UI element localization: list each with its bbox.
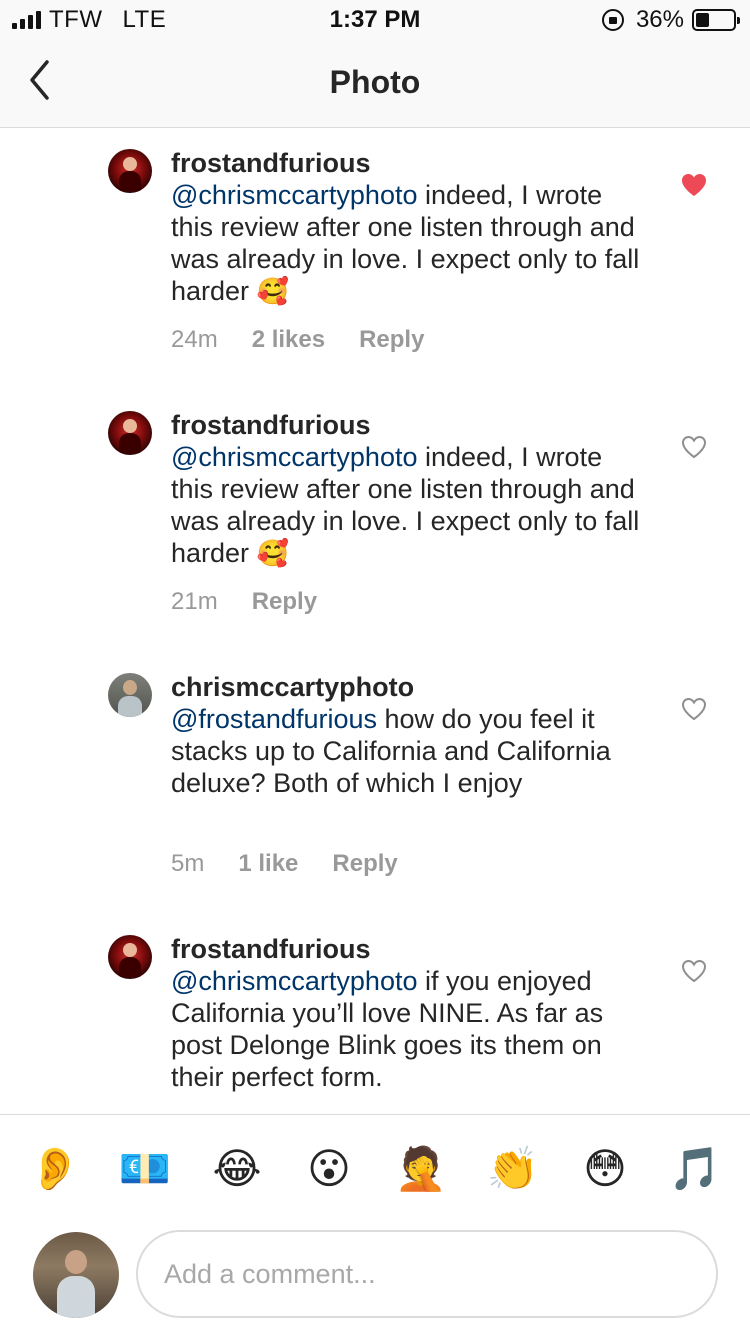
comments-list[interactable]: frostandfurious @chrismccartyphoto indeed… [0,129,750,1114]
like-button[interactable] [680,958,708,984]
comment-username[interactable]: chrismccartyphoto [171,671,651,703]
battery-percent: 36% [635,6,684,33]
avatar[interactable] [108,673,152,717]
status-right: 36% [601,6,740,34]
comment-body: frostandfurious @chrismccartyphoto if you… [171,933,651,1093]
status-bar: TFW LTE 1:37 PM 36% [0,0,750,40]
comment-meta: 21m Reply [171,588,317,616]
comment-likes[interactable]: 1 like [238,850,298,878]
comment-meta: 5m 1 like Reply [171,850,398,878]
surprised-emoji-icon[interactable]: 😮 [301,1143,357,1195]
heart-outline-icon [681,959,707,983]
comment-meta: 24m 2 likes Reply [171,326,424,354]
flushed-emoji-icon[interactable]: 😳 [577,1143,633,1195]
comment-body: chrismccartyphoto @frostandfurious how do… [171,671,651,799]
comment-time: 24m [171,326,218,353]
clapping-emoji-icon[interactable]: 👏 [485,1143,541,1195]
facepalm-emoji-icon[interactable]: 🤦 [393,1143,449,1195]
comment-emoji: 🥰 [256,277,289,307]
comment-input[interactable] [136,1230,718,1318]
comment-mention[interactable]: @frostandfurious [171,704,377,734]
comment-likes[interactable]: 2 likes [252,326,325,354]
orientation-lock-icon [601,9,624,31]
comment-body: frostandfurious @chrismccartyphoto indeed… [171,409,651,570]
heart-outline-icon [681,697,707,721]
music-note-emoji-icon[interactable]: 🎵 [667,1143,723,1195]
nav-bar: Photo [0,40,750,128]
current-user-avatar[interactable] [33,1232,119,1318]
like-button[interactable] [680,696,708,722]
avatar[interactable] [108,935,152,979]
euro-banknote-emoji-icon[interactable]: 💶 [117,1143,173,1195]
reply-button[interactable]: Reply [252,588,317,616]
comment-username[interactable]: frostandfurious [171,933,651,965]
battery-icon [692,9,740,31]
comment-time: 21m [171,588,218,615]
reply-button[interactable]: Reply [359,326,424,354]
comment-composer [0,1222,750,1334]
avatar[interactable] [108,149,152,193]
avatar[interactable] [108,411,152,455]
like-button[interactable] [680,434,708,460]
comment-mention[interactable]: @chrismccartyphoto [171,180,417,210]
comment-mention[interactable]: @chrismccartyphoto [171,966,417,996]
comment-body: frostandfurious @chrismccartyphoto indeed… [171,147,651,308]
emoji-quick-bar: 👂 💶 😂 😮 🤦 👏 😳 🎵 [0,1114,750,1222]
comment-username[interactable]: frostandfurious [171,409,651,441]
heart-outline-icon [681,435,707,459]
ear-emoji-icon[interactable]: 👂 [27,1143,83,1195]
like-button[interactable] [680,172,708,198]
comment-emoji: 🥰 [256,539,289,569]
reply-button[interactable]: Reply [332,850,397,878]
comment-time: 5m [171,850,205,877]
comment-username[interactable]: frostandfurious [171,147,651,179]
comment-mention[interactable]: @chrismccartyphoto [171,442,417,472]
page-title: Photo [329,64,421,100]
tears-of-joy-emoji-icon[interactable]: 😂 [209,1143,265,1195]
heart-filled-icon [682,174,706,196]
